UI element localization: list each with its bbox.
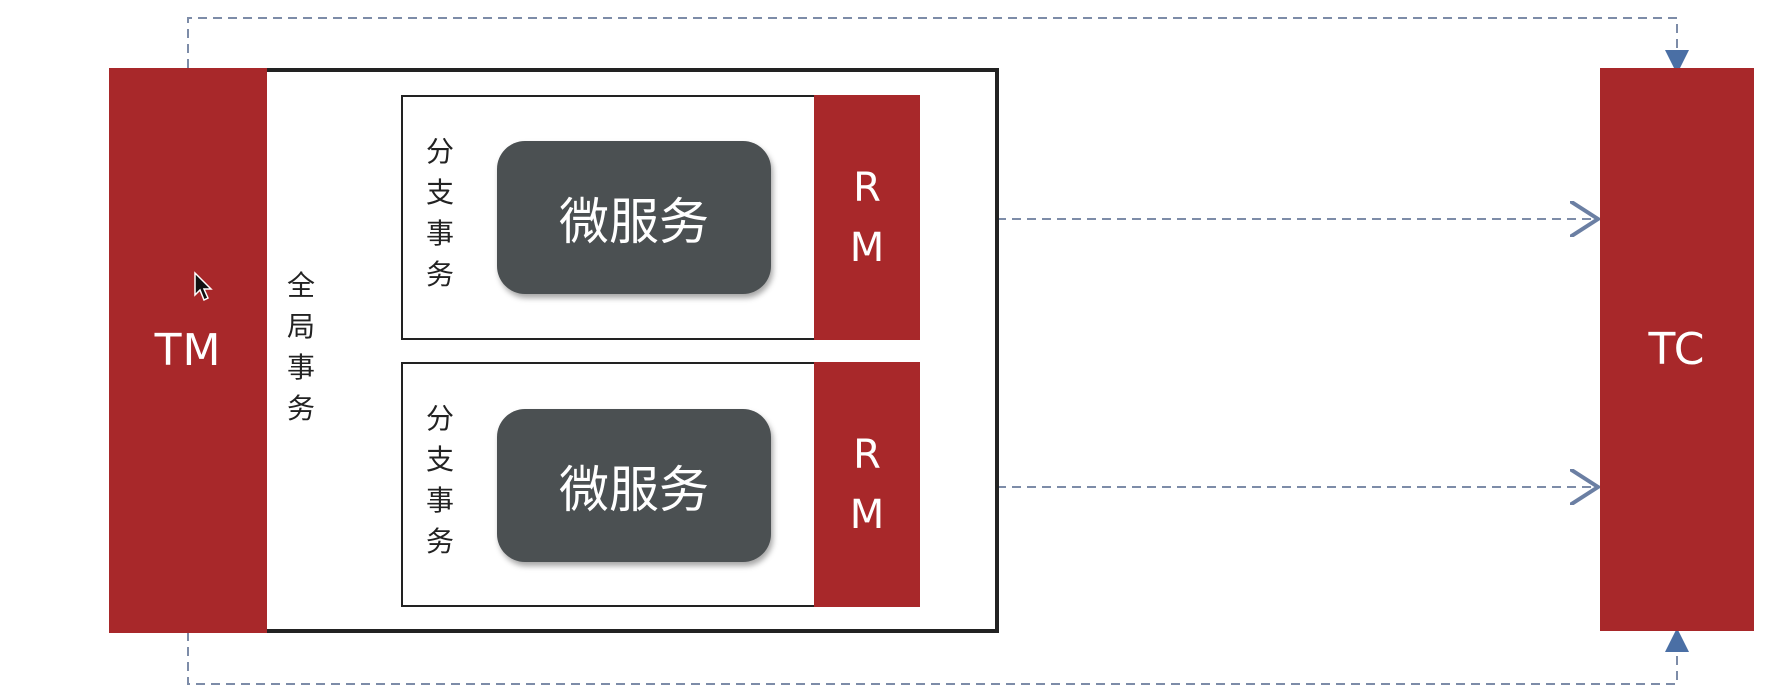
branch-transaction-label: 分支事务 [425, 402, 454, 558]
tm-to-tc-bottom-arrow [187, 628, 1689, 685]
microservice-label: 微服务 [559, 192, 709, 251]
mouse-cursor-icon [194, 271, 213, 302]
microservice-label: 微服务 [559, 460, 709, 519]
microservice-box: 微服务 [497, 141, 771, 294]
tc-label: TC [1648, 324, 1706, 375]
branch-transaction-label: 分支事务 [425, 135, 454, 291]
rm-block: R M [814, 95, 920, 340]
rm-label: R M [849, 164, 885, 271]
rm-label: R M [849, 431, 885, 538]
rm-block: R M [814, 362, 920, 607]
global-transaction-label: 全局事务 [286, 269, 315, 425]
tm-to-tc-top-arrow [187, 17, 1689, 74]
microservice-box: 微服务 [497, 409, 771, 562]
tm-label: TM [154, 325, 222, 376]
tm-block: TM [109, 68, 267, 633]
tc-block: TC [1600, 68, 1754, 631]
